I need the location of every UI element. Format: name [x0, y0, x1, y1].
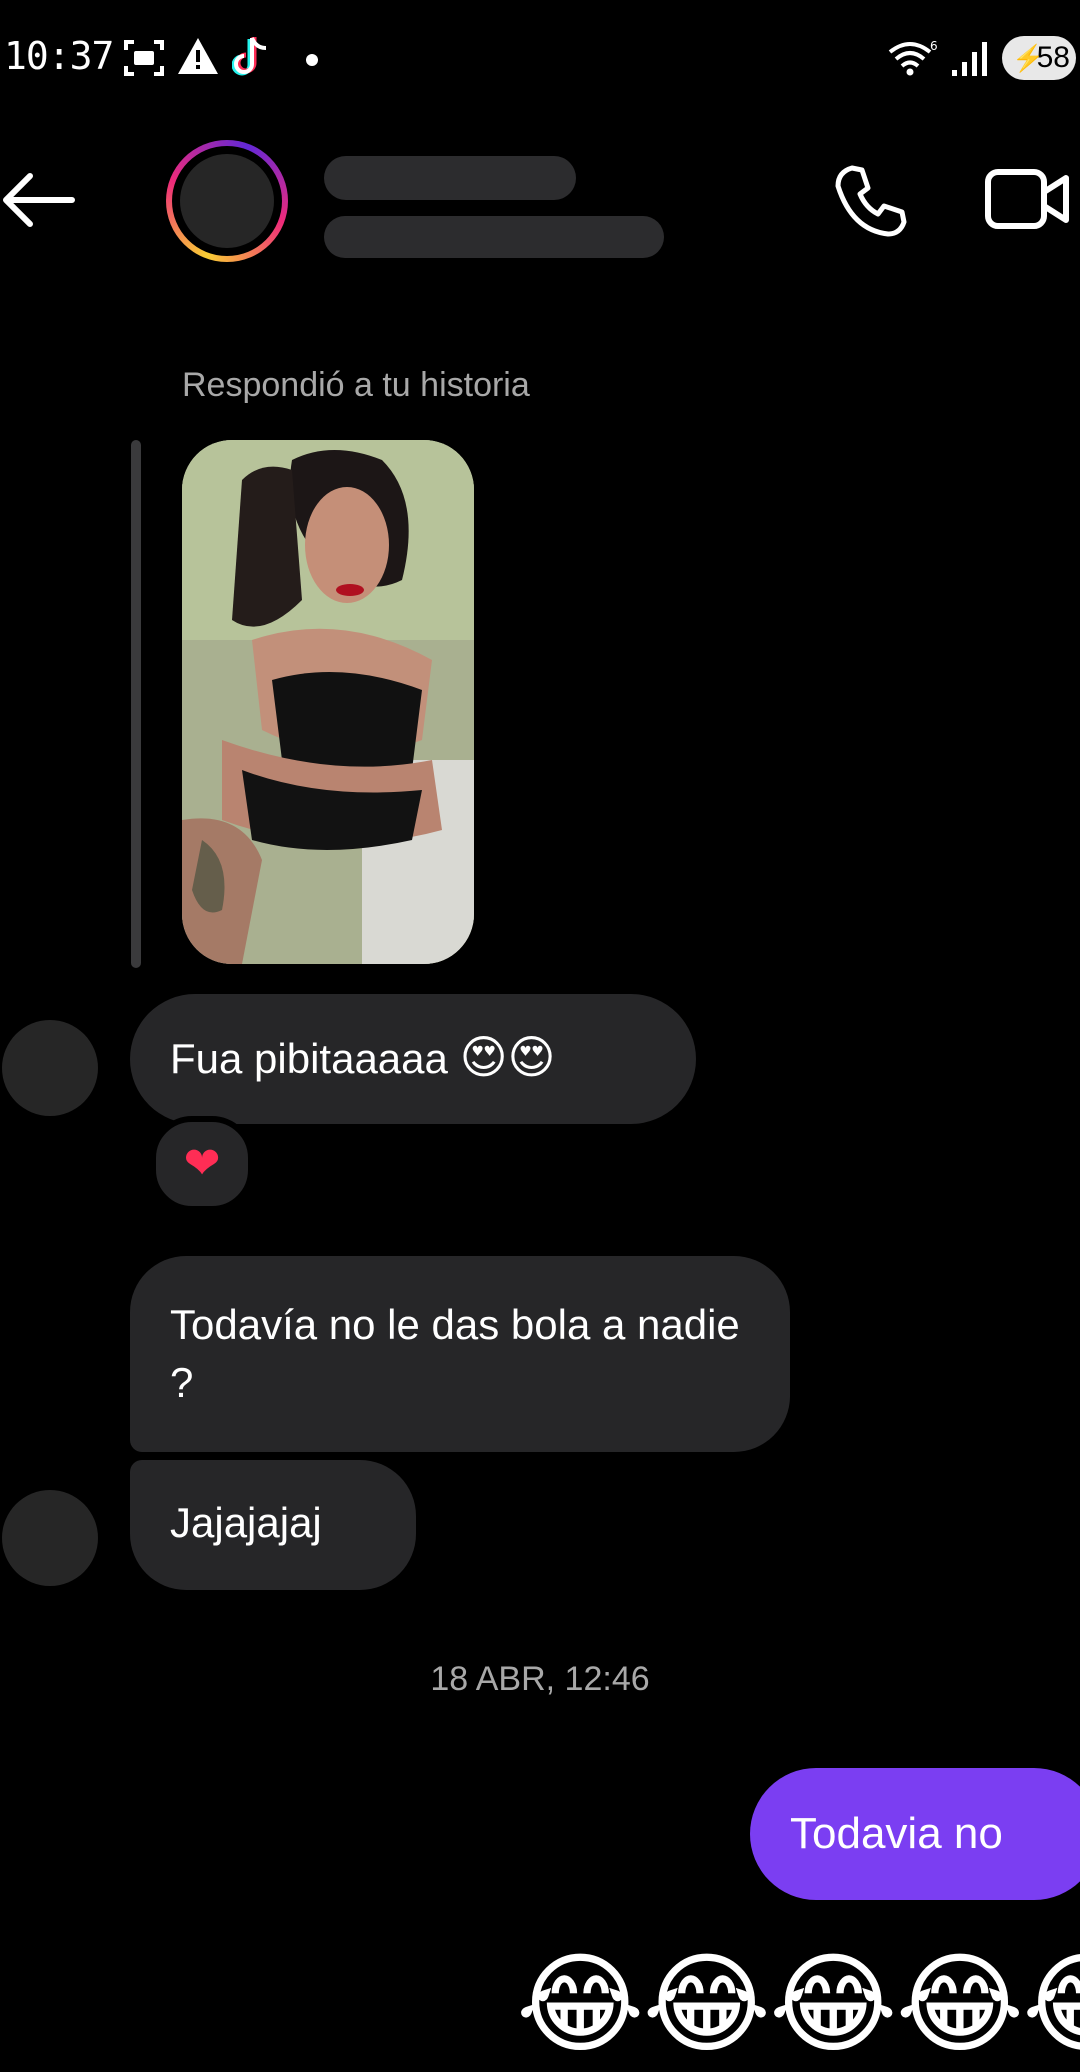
message-text: Jajajajaj [170, 1499, 322, 1546]
quote-bar [131, 440, 141, 968]
back-arrow-icon[interactable] [0, 170, 76, 230]
story-photo [182, 440, 474, 964]
wifi-icon: 6 [888, 39, 938, 76]
message-bubble-received[interactable]: Fua pibitaaaaa 😍😍 [130, 994, 696, 1124]
battery-icon: ⚡ [1012, 43, 1045, 73]
tiktok-icon [232, 37, 267, 76]
video-camera-icon[interactable] [984, 166, 1070, 232]
status-time: 10:37 [4, 34, 114, 78]
screenshot-icon [124, 40, 164, 76]
message-text: Fua pibitaaaaa [170, 1035, 448, 1082]
contact-avatar[interactable] [166, 140, 288, 262]
message-timestamp: 18 ABR, 12:46 [430, 1660, 650, 1698]
story-thumbnail[interactable] [182, 440, 474, 964]
message-bubble-received[interactable]: Todavía no le das bola a nadie ? [130, 1256, 790, 1452]
warning-icon [178, 38, 218, 74]
heart-eyes-emoji: 😍😍 [459, 1031, 556, 1083]
story-reply-label: Respondió a tu historia [182, 366, 530, 404]
battery-indicator: ⚡ 58 [1002, 36, 1076, 80]
message-bubble-sent[interactable]: Todavia no [750, 1768, 1080, 1900]
message-text: Todavía no le das bola a nadie ? [170, 1301, 740, 1406]
phone-icon[interactable] [830, 160, 910, 240]
contact-username-redacted[interactable] [324, 216, 664, 258]
laughing-emoji-message[interactable]: 😂😂😂😂😂 [516, 1940, 1080, 2070]
notification-dot [306, 54, 318, 66]
chat-screen: 10:37 6 ⚡ 58 Respondió a tu historia Fua… [0, 0, 1080, 2072]
heart-reaction[interactable]: ❤ [150, 1116, 254, 1212]
sender-avatar[interactable] [2, 1490, 98, 1586]
contact-name-redacted[interactable] [324, 156, 576, 200]
signal-icon [952, 42, 987, 76]
sender-avatar[interactable] [2, 1020, 98, 1116]
message-text: Todavia no [790, 1809, 1003, 1858]
svg-text:6: 6 [930, 39, 938, 53]
message-bubble-received[interactable]: Jajajajaj [130, 1460, 416, 1590]
